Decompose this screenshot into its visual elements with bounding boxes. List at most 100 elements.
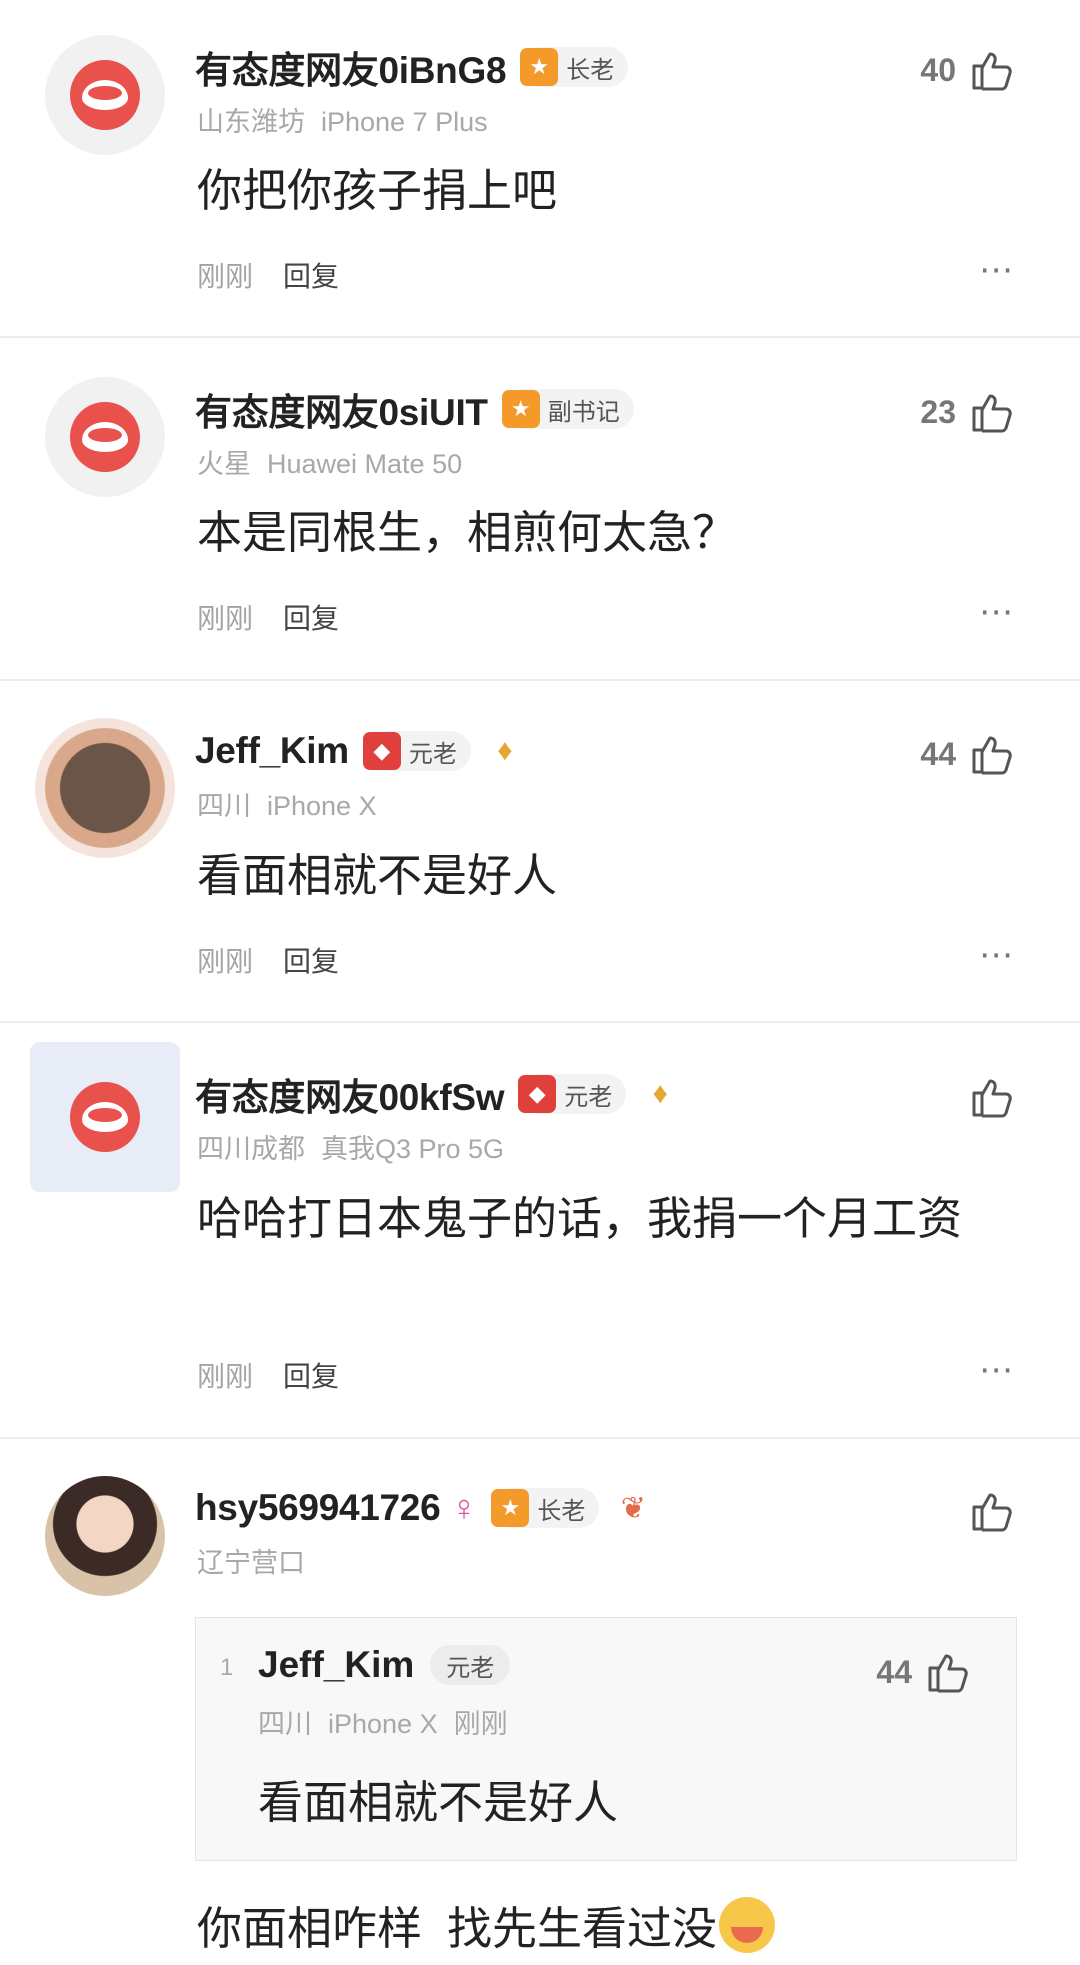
comment-header: Jeff_Kim ◆ 元老 ♦: [195, 724, 519, 778]
netease-logo-icon: [70, 402, 140, 472]
device: iPhone X: [267, 791, 377, 821]
reply-button[interactable]: 回复: [283, 946, 339, 977]
quote-like-count: 44: [876, 1653, 912, 1690]
timestamp: 刚刚: [197, 261, 254, 292]
netease-logo-icon: [70, 60, 140, 130]
star-badge-icon: ★: [501, 390, 540, 428]
timestamp: 刚刚: [197, 1361, 254, 1392]
avatar[interactable]: [45, 35, 165, 155]
comment-meta: 山东潍坊 iPhone 7 Plus: [197, 100, 488, 139]
like-count: 40: [920, 51, 956, 88]
rank-badge[interactable]: ◆ 元老: [518, 1074, 627, 1114]
like-button[interactable]: 40: [920, 42, 1016, 98]
comment-header: 有态度网友0siUIT ★ 副书记: [195, 382, 634, 436]
quoted-comment[interactable]: 1 Jeff_Kim 元老 四川 iPhone X 刚刚 看面相就不是好人 44: [195, 1617, 1017, 1861]
divider: [0, 1437, 1080, 1439]
avatar[interactable]: [35, 718, 175, 858]
quote-header: Jeff_Kim 元老: [258, 1638, 511, 1692]
like-button[interactable]: [956, 1069, 1016, 1125]
timestamp: 刚刚: [197, 946, 254, 977]
comment-actions: 刚刚 回复: [197, 255, 339, 295]
username[interactable]: 有态度网友0iBnG8: [195, 40, 507, 94]
thumbs-up-icon: [972, 394, 1012, 433]
thumbs-up-icon: [928, 1654, 968, 1693]
username[interactable]: 有态度网友0siUIT: [195, 382, 488, 436]
comment-text: 看面相就不是好人: [197, 850, 558, 901]
comment-text: 你把你孩子捐上吧: [197, 165, 558, 216]
location: 火星: [197, 449, 251, 479]
thumbs-up-icon: [972, 1493, 1012, 1532]
rank-badge-label: 元老: [564, 1083, 613, 1111]
reply-button[interactable]: 回复: [283, 1361, 339, 1392]
rank-badge-label: 副书记: [547, 398, 620, 426]
reply-button[interactable]: 回复: [283, 261, 339, 292]
like-button[interactable]: [968, 1483, 1016, 1539]
quote-like-button[interactable]: 44: [876, 1648, 972, 1696]
rank-badge-label: 长老: [537, 1497, 586, 1525]
divider: [0, 1021, 1080, 1023]
thumbs-up-icon: [972, 1079, 1012, 1118]
quote-meta: 四川 iPhone X 刚刚: [258, 1702, 508, 1741]
thumbs-up-icon: [972, 52, 1012, 91]
shield-badge-icon: ◆: [518, 1075, 557, 1113]
comment-actions: 刚刚 回复: [197, 940, 339, 980]
device: 真我Q3 Pro 5G: [321, 1134, 505, 1164]
device: iPhone 7 Plus: [321, 107, 488, 137]
comment-text: 本是同根生，相煎何太急？: [197, 507, 738, 558]
like-button[interactable]: 23: [920, 384, 1016, 440]
rank-badge[interactable]: ★ 长老: [491, 1488, 600, 1528]
reply-button[interactable]: 回复: [283, 603, 339, 634]
rank-badge[interactable]: ◆ 元老: [362, 731, 471, 771]
comment-header: 有态度网友00kfSw ◆ 元老 ♦: [195, 1067, 674, 1121]
comment-text: 哈哈打日本鬼子的话，我捐一个月工资: [197, 1193, 963, 1244]
comment-actions: 刚刚 回复: [197, 1355, 339, 1395]
location: 四川成都: [197, 1134, 305, 1164]
comment-meta: 火星 Huawei Mate 50: [197, 442, 462, 481]
like-count: 44: [920, 735, 956, 772]
comment-meta: 四川成都 真我Q3 Pro 5G: [197, 1127, 504, 1166]
username[interactable]: 有态度网友00kfSw: [195, 1067, 505, 1121]
star-badge-icon: ★: [520, 48, 559, 86]
device: Huawei Mate 50: [267, 449, 463, 479]
quote-rank-badge: 元老: [430, 1645, 511, 1685]
location: 四川: [197, 791, 251, 821]
rank-badge-label: 元老: [408, 740, 457, 768]
more-icon[interactable]: ⋯: [979, 935, 1015, 975]
thinking-face-emoji-icon: [719, 1896, 776, 1953]
more-icon[interactable]: ⋯: [979, 592, 1015, 632]
quote-index: 1: [220, 1654, 234, 1681]
quote-location: 四川: [258, 1709, 312, 1739]
pen-medal-icon: ♦: [652, 1077, 668, 1110]
wing-medal-icon: ❦: [620, 1491, 646, 1525]
shield-badge-icon: ◆: [362, 732, 401, 770]
comment-header: 有态度网友0iBnG8 ★ 长老: [195, 40, 629, 94]
comment-meta: 四川 iPhone X: [197, 784, 377, 823]
netease-logo-icon: [70, 1082, 140, 1152]
username[interactable]: Jeff_Kim: [195, 730, 349, 772]
username[interactable]: hsy569941726: [195, 1487, 441, 1529]
quote-text: 看面相就不是好人: [258, 1777, 619, 1828]
comment-actions: 刚刚 回复: [197, 597, 339, 637]
avatar[interactable]: [45, 1476, 165, 1596]
more-icon[interactable]: ⋯: [979, 1350, 1015, 1390]
pen-medal-icon: ♦: [497, 734, 513, 767]
rank-badge[interactable]: ★ 长老: [520, 47, 629, 87]
female-icon: ♀: [450, 1487, 478, 1528]
rank-badge-label: 长老: [566, 56, 615, 84]
quote-device: iPhone X: [328, 1709, 438, 1739]
quote-username[interactable]: Jeff_Kim: [258, 1644, 414, 1686]
avatar[interactable]: [30, 1042, 180, 1192]
comment-meta: 辽宁营口: [197, 1541, 305, 1580]
rank-badge[interactable]: ★ 副书记: [501, 389, 634, 429]
star-badge-icon: ★: [491, 1489, 530, 1527]
more-icon[interactable]: ⋯: [979, 250, 1015, 290]
comment-text-body: 你面相咋样 找先生看过没: [197, 1903, 718, 1954]
avatar[interactable]: [45, 377, 165, 497]
comment-text: 你面相咋样 找先生看过没: [197, 1892, 776, 1957]
location: 山东潍坊: [197, 107, 305, 137]
like-button[interactable]: 44: [920, 726, 1016, 782]
timestamp: 刚刚: [197, 603, 254, 634]
comment-header: hsy569941726 ♀ ★ 长老 ❦: [195, 1481, 647, 1535]
location: 辽宁营口: [197, 1548, 305, 1578]
like-count: 23: [920, 393, 956, 430]
